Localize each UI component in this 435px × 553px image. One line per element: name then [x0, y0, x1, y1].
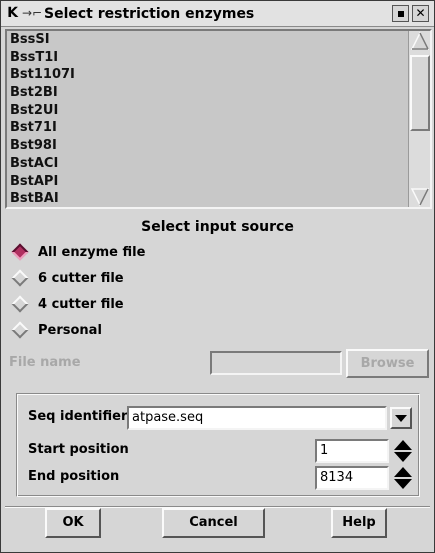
list-item[interactable]: BstBAI	[10, 190, 403, 208]
list-item[interactable]: Bst98I	[10, 137, 403, 155]
vertical-scrollbar[interactable]	[408, 31, 430, 207]
file-name-label: File name	[9, 355, 81, 370]
radio-selected-icon	[11, 243, 29, 261]
list-item[interactable]: Bst71I	[10, 119, 403, 137]
list-item[interactable]: BstACI	[10, 155, 403, 173]
browse-button[interactable]: Browse	[346, 349, 429, 378]
list-item[interactable]: BssT1I	[10, 49, 403, 67]
input-source-heading: Select input source	[141, 219, 294, 235]
list-item[interactable]: BssSI	[10, 31, 403, 49]
radio-unselected-icon	[11, 269, 29, 287]
close-button[interactable]: ✕	[412, 5, 429, 22]
radio-label: 4 cutter file	[38, 296, 124, 312]
end-position-input[interactable]: 8134	[315, 466, 389, 490]
window-title: Select restriction enzymes	[44, 6, 255, 22]
title-bar[interactable]: K →⌐ Select restriction enzymes ✕	[1, 1, 434, 27]
dialog-window: K →⌐ Select restriction enzymes ✕ BssSI B…	[0, 0, 435, 553]
radio-label: All enzyme file	[38, 244, 146, 260]
list-item[interactable]: BstAPI	[10, 173, 403, 191]
list-item[interactable]: Bst2UI	[10, 102, 403, 120]
radio-label: 6 cutter file	[38, 270, 124, 286]
list-item[interactable]: Bst2BI	[10, 84, 403, 102]
enzyme-listbox[interactable]: BssSI BssT1I Bst1107I Bst2BI Bst2UI Bst71I Bst…	[5, 29, 432, 209]
start-position-label: Start position	[28, 442, 129, 457]
radio-6-cutter-file[interactable]: 6 cutter file	[11, 268, 124, 288]
radio-unselected-icon	[11, 321, 29, 339]
seq-identifier-input[interactable]: atpase.seq	[127, 406, 387, 430]
radio-all-enzyme-file[interactable]: All enzyme file	[11, 242, 145, 262]
seq-identifier-label: Seq identifier	[28, 409, 128, 424]
decrement-icon[interactable]	[393, 478, 413, 490]
start-position-input[interactable]: 1	[315, 439, 389, 463]
radio-4-cutter-file[interactable]: 4 cutter file	[11, 294, 124, 314]
list-item[interactable]: Bst1107I	[10, 66, 403, 84]
radio-personal[interactable]: Personal	[11, 320, 102, 340]
scroll-thumb[interactable]	[410, 55, 430, 131]
pin-icon[interactable]: →⌐	[22, 5, 42, 22]
radio-label: Personal	[38, 322, 102, 338]
cancel-button[interactable]: Cancel	[162, 508, 265, 538]
start-position-stepper[interactable]	[393, 439, 413, 463]
increment-icon[interactable]	[393, 439, 413, 451]
scroll-down-arrow-icon[interactable]	[410, 187, 430, 207]
file-name-input[interactable]	[210, 351, 342, 375]
minimize-button[interactable]	[392, 5, 409, 22]
window-menu-icon[interactable]: K	[4, 5, 21, 22]
chevron-down-icon	[395, 415, 407, 422]
seq-identifier-dropdown[interactable]	[390, 407, 412, 429]
radio-unselected-icon	[11, 295, 29, 313]
ok-button[interactable]: OK	[45, 508, 101, 538]
increment-icon[interactable]	[393, 466, 413, 478]
minimize-icon	[397, 11, 404, 17]
scroll-up-arrow-icon[interactable]	[410, 31, 430, 51]
close-icon: ✕	[415, 6, 426, 20]
end-position-label: End position	[28, 469, 120, 484]
end-position-stepper[interactable]	[393, 466, 413, 490]
enzyme-list: BssSI BssT1I Bst1107I Bst2BI Bst2UI Bst71I Bst…	[10, 31, 403, 208]
decrement-icon[interactable]	[393, 451, 413, 463]
help-button[interactable]: Help	[331, 508, 387, 538]
